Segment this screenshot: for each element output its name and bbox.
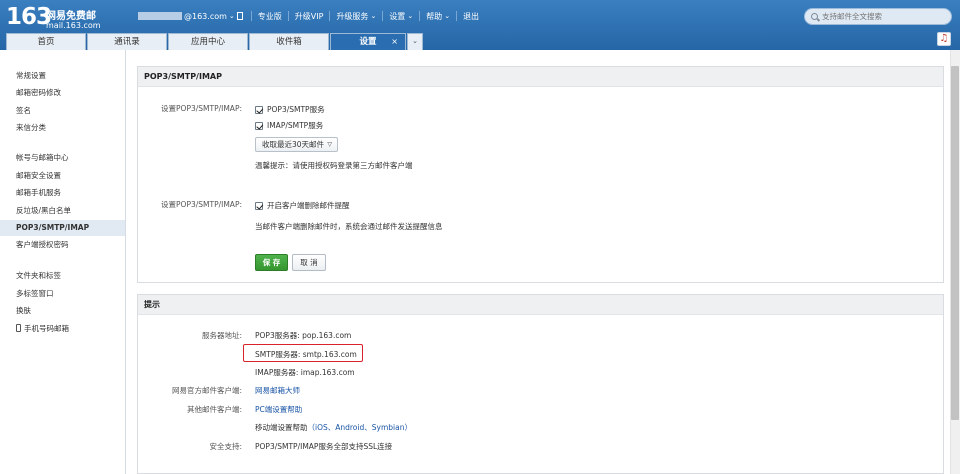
cancel-button[interactable]: 取 消: [292, 254, 326, 271]
sidebar-item-account-center[interactable]: 帐号与邮箱中心: [0, 150, 125, 166]
tab-home[interactable]: 首页: [6, 33, 86, 50]
sidebar-item-phone-mailbox-label: 手机号码邮箱: [24, 324, 69, 333]
smtp-server: SMTP服务器: smtp.163.com: [255, 350, 357, 359]
tips-panel: 提示 服务器地址: POP3服务器: pop.163.com SMTP服务器: …: [137, 294, 944, 474]
top-bar: 163 网易免费邮 mail.163.com @163.com ⌄ 专业版 升级…: [0, 0, 960, 50]
sidebar-item-phone-mailbox[interactable]: 手机号码邮箱: [0, 321, 125, 337]
settings-menu[interactable]: 设置 ⌄: [389, 11, 413, 22]
section-label: 设置POP3/SMTP/IMAP:: [161, 104, 242, 113]
pc-help-link[interactable]: PC端设置帮助: [255, 404, 302, 415]
tab-settings-label: 设置: [359, 37, 377, 47]
account-suffix: @163.com: [184, 11, 227, 21]
server-address-label: 服务器地址:: [201, 331, 242, 340]
pro-link[interactable]: 专业版: [258, 11, 282, 22]
receive-range-select[interactable]: 收取最近30天邮件 ▽: [255, 137, 338, 152]
divider: [382, 11, 384, 21]
settings-sidebar: 常规设置 邮箱密码修改 签名 来信分类 帐号与邮箱中心 邮箱安全设置 邮箱手机服…: [0, 50, 126, 474]
account-menu[interactable]: @163.com ⌄: [138, 12, 235, 21]
delete-reminder-note: 当邮件客户端删除邮件时，系统会通过邮件发送提醒信息: [255, 222, 443, 231]
mobile-help: 移动端设置帮助（iOS、Android、Symbian）: [255, 422, 412, 433]
divider: [456, 11, 458, 21]
sidebar-item-general[interactable]: 常规设置: [0, 68, 125, 84]
pop3-checkbox-label: POP3/SMTP服务: [267, 105, 325, 114]
sidebar-item-folders[interactable]: 文件夹和标签: [0, 268, 125, 284]
sidebar-item-multi-tab[interactable]: 多标签窗口: [0, 286, 125, 302]
top-nav: @163.com ⌄ 专业版 升级VIP 升级服务 ⌄ 设置 ⌄ 帮助 ⌄ 退出: [138, 9, 479, 23]
vcard-icon[interactable]: [236, 12, 243, 20]
sidebar-item-filters[interactable]: 来信分类: [0, 120, 125, 136]
auth-code-tip: 温馨提示：请使用授权码登录第三方邮件客户端: [255, 161, 413, 170]
sidebar-item-security[interactable]: 邮箱安全设置: [0, 168, 125, 184]
panel-title: 提示: [138, 295, 943, 315]
imap-checkbox[interactable]: IMAP/SMTP服务: [255, 120, 323, 131]
mail-master-link[interactable]: 网易邮箱大师: [255, 385, 300, 396]
tab-more-button[interactable]: ⌄: [407, 33, 423, 50]
ssl-support-text: POP3/SMTP/IMAP服务全部支持SSL连接: [255, 442, 393, 451]
checkbox-checked-icon[interactable]: [255, 105, 263, 114]
tab-settings[interactable]: 设置 ×: [330, 33, 406, 50]
mobile-help-links[interactable]: （iOS、Android、Symbian）: [308, 423, 412, 432]
chevron-down-icon: ⌄: [228, 12, 235, 20]
phone-icon: [16, 324, 21, 332]
imap-server: IMAP服务器: imap.163.com: [255, 368, 355, 377]
chevron-down-icon: ▽: [327, 141, 332, 148]
sidebar-item-pop3-smtp-imap[interactable]: POP3/SMTP/IMAP: [0, 220, 125, 236]
tab-app-center[interactable]: 应用中心: [168, 33, 248, 50]
imap-checkbox-label: IMAP/SMTP服务: [267, 121, 324, 130]
logo-name: 网易免费邮: [46, 11, 96, 22]
logo-number: 163: [6, 4, 52, 30]
panel-title: POP3/SMTP/IMAP: [138, 67, 943, 87]
save-button[interactable]: 保 存: [255, 254, 288, 271]
divider: [287, 11, 289, 21]
receive-range-value: 收取最近30天邮件: [262, 140, 325, 149]
official-client-label: 网易官方邮件客户端:: [171, 386, 242, 395]
other-client-label: 其他邮件客户端:: [186, 405, 242, 414]
divider: [419, 11, 421, 21]
tab-bar: 首页 通讯录 应用中心 收件箱 设置 × ⌄: [6, 33, 423, 50]
chevron-down-icon: ⌄: [407, 12, 414, 20]
pop3-checkbox[interactable]: POP3/SMTP服务: [255, 104, 325, 115]
divider: [329, 11, 331, 21]
help-menu[interactable]: 帮助 ⌄: [426, 11, 450, 22]
search-box[interactable]: [804, 8, 952, 25]
ssl-label: 安全支持:: [209, 442, 242, 451]
pop-settings-panel: POP3/SMTP/IMAP 设置POP3/SMTP/IMAP: POP3/SM…: [137, 66, 944, 283]
scrollbar-thumb[interactable]: [951, 66, 959, 420]
sidebar-item-password[interactable]: 邮箱密码修改: [0, 85, 125, 101]
search-icon[interactable]: [811, 13, 818, 20]
logo-domain: mail.163.com: [46, 21, 101, 30]
account-name-redacted: [138, 12, 182, 20]
pop3-server: POP3服务器: pop.163.com: [255, 331, 352, 340]
settings-label: 设置: [389, 11, 406, 21]
settings-main: POP3/SMTP/IMAP 设置POP3/SMTP/IMAP: POP3/SM…: [137, 66, 944, 474]
chevron-down-icon: ⌄: [370, 12, 377, 20]
upgrade-vip-link[interactable]: 升级VIP: [295, 11, 324, 22]
upgrade-service-menu[interactable]: 升级服务 ⌄: [336, 11, 376, 22]
mobile-help-text: 移动端设置帮助: [255, 423, 308, 432]
checkbox-checked-icon[interactable]: [255, 121, 263, 130]
tab-inbox[interactable]: 收件箱: [249, 33, 329, 50]
chevron-down-icon: ⌄: [444, 12, 451, 20]
music-icon[interactable]: ♫: [937, 32, 951, 46]
checkbox-checked-icon[interactable]: [255, 201, 263, 210]
sidebar-item-client-auth[interactable]: 客户端授权密码: [0, 237, 125, 253]
logout-link[interactable]: 退出: [463, 11, 479, 22]
close-icon[interactable]: ×: [391, 34, 398, 50]
divider: [250, 11, 252, 21]
delete-reminder-label: 开启客户端删除邮件提醒: [267, 201, 350, 210]
sidebar-item-skin[interactable]: 换肤: [0, 303, 125, 319]
sidebar-item-signature[interactable]: 签名: [0, 103, 125, 119]
upgrade-service-label: 升级服务: [336, 11, 369, 21]
tab-contacts[interactable]: 通讯录: [87, 33, 167, 50]
sidebar-item-spam[interactable]: 反垃圾/黑白名单: [0, 203, 125, 219]
sidebar-item-mobile-service[interactable]: 邮箱手机服务: [0, 185, 125, 201]
search-input[interactable]: [822, 12, 942, 21]
help-label: 帮助: [426, 11, 443, 21]
delete-reminder-checkbox[interactable]: 开启客户端删除邮件提醒: [255, 200, 350, 211]
section-label: 设置POP3/SMTP/IMAP:: [161, 200, 242, 209]
